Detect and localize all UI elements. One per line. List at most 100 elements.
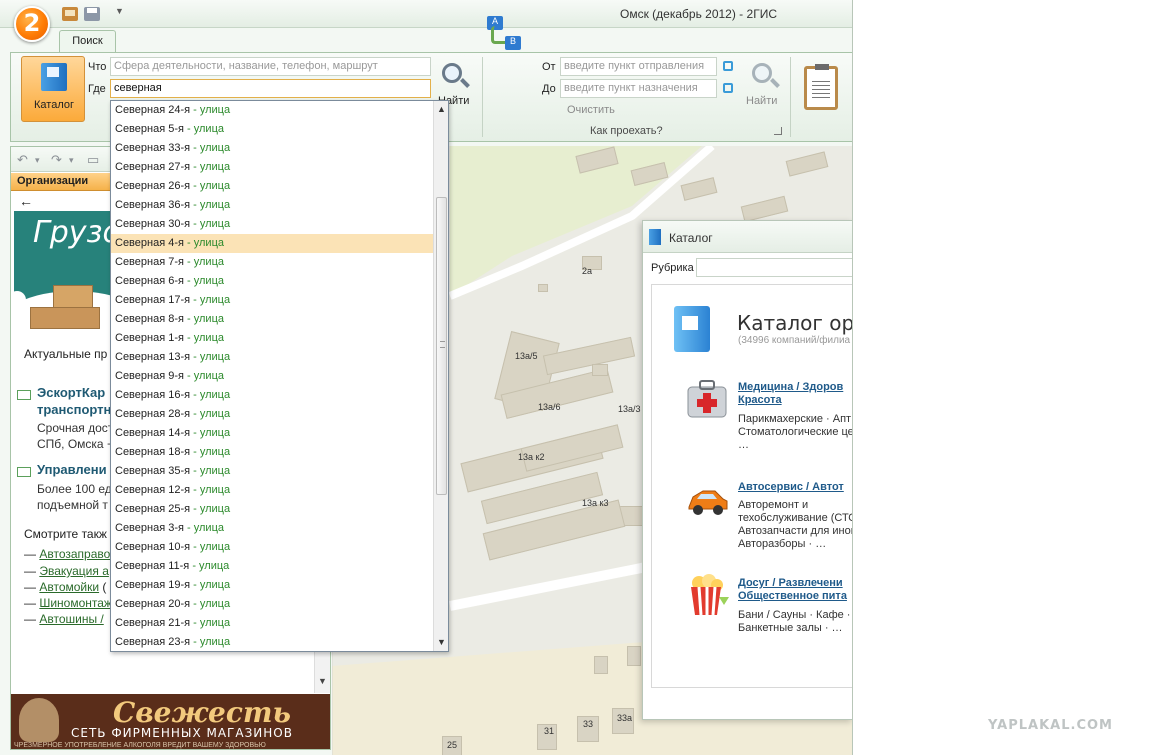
autocomplete-item[interactable]: Северная 3-я - улица	[111, 519, 433, 538]
title-bar: ▼ Омск (декабрь 2012) - 2ГИС	[0, 0, 852, 28]
see-also-link-text[interactable]: Эвакуация а	[39, 564, 109, 578]
category-rubrics[interactable]: Стоматологические це	[738, 426, 852, 439]
street-type: улица	[193, 313, 224, 325]
category-rubrics[interactable]: Авторемонт и	[738, 499, 808, 512]
autocomplete-item[interactable]: Северная 35-я - улица	[111, 462, 433, 481]
autocomplete-item[interactable]: Северная 36-я - улица	[111, 196, 433, 215]
org-title[interactable]: Управлени	[37, 462, 107, 477]
autocomplete-item[interactable]: Северная 16-я - улица	[111, 386, 433, 405]
category-link[interactable]: Общественное пита	[738, 590, 847, 603]
see-also-link-text[interactable]: Автомойки	[39, 580, 99, 594]
see-also-link[interactable]: — Автозаправо	[24, 547, 110, 561]
autocomplete-item[interactable]: Северная 5-я - улица	[111, 120, 433, 139]
category-rubrics[interactable]: Авторазборы · …	[738, 538, 826, 551]
where-input[interactable]: северная	[110, 79, 431, 98]
street-name: Северная 23-я	[115, 636, 191, 648]
org-title-line2[interactable]: транспортн	[37, 402, 111, 417]
autocomplete-item[interactable]: Северная 30-я - улица	[111, 215, 433, 234]
category-link[interactable]: Красота	[738, 394, 782, 407]
to-input[interactable]: введите пункт назначения	[560, 79, 717, 98]
catalog-heading: Каталог орг	[737, 311, 853, 335]
search-icon[interactable]	[442, 63, 462, 83]
category-rubrics[interactable]: Парикмахерские · Апт	[738, 413, 851, 426]
catalog-window-header[interactable]: Каталог	[643, 221, 852, 253]
dropdown-scrollbar[interactable]: ▲ ▼	[433, 101, 448, 651]
org-title[interactable]: ЭскортКар	[37, 385, 105, 400]
window-title: Омск (декабрь 2012) - 2ГИС	[620, 7, 777, 21]
route-icon[interactable]: A B	[487, 12, 523, 54]
autocomplete-item[interactable]: Северная 7-я - улица	[111, 253, 433, 272]
autocomplete-item[interactable]: Северная 9-я - улица	[111, 367, 433, 386]
autocomplete-item[interactable]: Северная 13-я - улица	[111, 348, 433, 367]
category-link[interactable]: Медицина / Здоров	[738, 381, 843, 394]
see-also-link[interactable]: — Автомойки (	[24, 580, 106, 594]
see-also-link[interactable]: — Автошины /	[24, 612, 104, 626]
group-launcher-icon[interactable]	[774, 127, 782, 135]
autocomplete-item[interactable]: Северная 27-я - улица	[111, 158, 433, 177]
autocomplete-item[interactable]: Северная 33-я - улица	[111, 139, 433, 158]
autocomplete-item[interactable]: Северная 23-я - улица	[111, 633, 433, 651]
clear-button[interactable]: Очистить	[567, 104, 615, 116]
autocomplete-item[interactable]: Северная 21-я - улица	[111, 614, 433, 633]
autocomplete-item[interactable]: Северная 10-я - улица	[111, 538, 433, 557]
category-more[interactable]: …	[738, 439, 749, 452]
autocomplete-item[interactable]: Северная 25-я - улица	[111, 500, 433, 519]
autocomplete-item[interactable]: Северная 8-я - улица	[111, 310, 433, 329]
see-also-link-text[interactable]: Шиномонтаж	[39, 596, 112, 610]
scrollbar-thumb[interactable]	[436, 197, 447, 495]
autocomplete-item[interactable]: Северная 6-я - улица	[111, 272, 433, 291]
autocomplete-item[interactable]: Северная 14-я - улица	[111, 424, 433, 443]
see-also-link[interactable]: — Эвакуация а	[24, 564, 109, 578]
see-also-link-text[interactable]: Автошины /	[39, 612, 103, 626]
from-input[interactable]: введите пункт отправления	[560, 57, 717, 76]
route-find-button[interactable]: Найти	[746, 95, 777, 107]
pin-from-icon[interactable]	[723, 61, 733, 71]
app-logo[interactable]: 2	[14, 6, 50, 42]
rubric-input[interactable]	[696, 258, 852, 277]
bottom-ad-banner[interactable]: Свежесть СЕТЬ ФИРМЕННЫХ МАГАЗИНОВ ЧРЕЗМЕ…	[11, 694, 330, 749]
route-search-icon[interactable]	[752, 63, 772, 83]
autocomplete-item[interactable]: Северная 19-я - улица	[111, 576, 433, 595]
chevron-down-icon[interactable]: ▾	[35, 155, 40, 166]
category-rubrics[interactable]: Банкетные залы · …	[738, 622, 843, 635]
tab-search[interactable]: Поиск	[59, 30, 116, 54]
ad-banner[interactable]: Грузо	[14, 211, 112, 345]
autocomplete-item[interactable]: Северная 26-я - улица	[111, 177, 433, 196]
autocomplete-item[interactable]: Северная 12-я - улица	[111, 481, 433, 500]
street-name: Северная 3-я	[115, 522, 184, 534]
see-also-link-text[interactable]: Автозаправо	[39, 547, 110, 561]
pin-to-icon[interactable]	[723, 83, 733, 93]
chevron-down-icon[interactable]: ▾	[69, 155, 74, 166]
clipboard-icon[interactable]	[804, 64, 838, 110]
category-rubrics[interactable]: Бани / Сауны · Кафе ·	[738, 609, 850, 622]
street-name: Северная 24-я	[115, 104, 191, 116]
scroll-down-icon[interactable]: ▼	[318, 676, 327, 686]
autocomplete-item[interactable]: Северная 28-я - улица	[111, 405, 433, 424]
see-also-link[interactable]: — Шиномонтаж	[24, 596, 112, 610]
catalog-window: Каталог Рубрика Каталог орг (34996 компа…	[642, 220, 853, 720]
catalog-button[interactable]: Каталог	[21, 56, 85, 122]
category-link[interactable]: Автосервис / Автот	[738, 481, 844, 494]
category-rubrics[interactable]: техобслуживание (СТО	[738, 512, 852, 525]
autocomplete-item[interactable]: Северная 24-я - улица	[111, 101, 433, 120]
print-icon[interactable]	[84, 7, 100, 21]
back-arrow-icon[interactable]: ←	[19, 193, 33, 209]
autocomplete-item[interactable]: Северная 1-я - улица	[111, 329, 433, 348]
scroll-up-icon[interactable]: ▲	[437, 104, 446, 114]
layout-icon[interactable]: ▭	[87, 152, 99, 168]
autocomplete-item[interactable]: Северная 11-я - улица	[111, 557, 433, 576]
what-input[interactable]: Сфера деятельности, название, телефон, м…	[110, 57, 431, 76]
separator-dash: -	[183, 332, 194, 344]
folder-icon[interactable]	[62, 7, 78, 21]
separator-dash: -	[190, 389, 200, 401]
autocomplete-item[interactable]: Северная 4-я - улица	[111, 234, 433, 253]
scroll-down-icon[interactable]: ▼	[437, 637, 446, 647]
autocomplete-item[interactable]: Северная 20-я - улица	[111, 595, 433, 614]
chevron-down-icon[interactable]: ▼	[115, 6, 125, 20]
autocomplete-item[interactable]: Северная 17-я - улица	[111, 291, 433, 310]
autocomplete-item[interactable]: Северная 18-я - улица	[111, 443, 433, 462]
category-link[interactable]: Досуг / Развлечени	[738, 577, 843, 590]
forward-icon[interactable]: ↷	[51, 152, 62, 168]
category-rubrics[interactable]: Автозапчасти для иному	[738, 525, 852, 538]
back-icon[interactable]: ↶	[17, 152, 28, 168]
